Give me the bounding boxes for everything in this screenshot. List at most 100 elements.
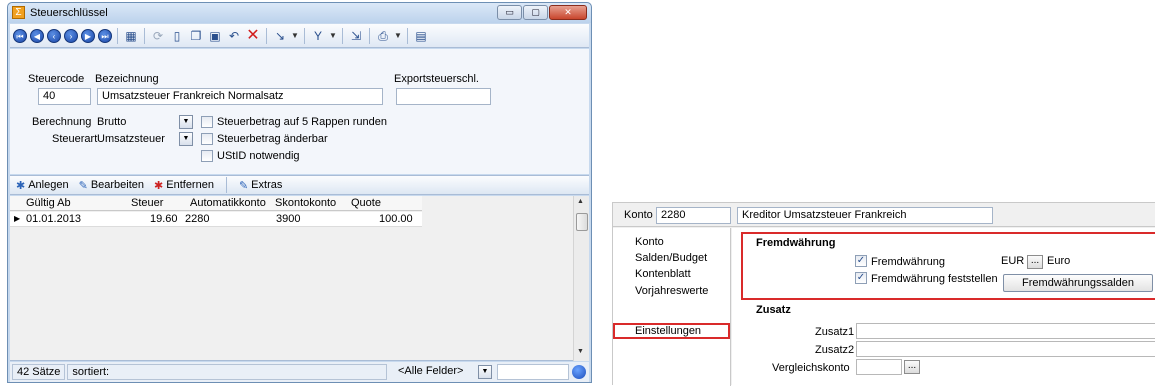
extras-icon: ✎: [238, 179, 249, 192]
main-toolbar: ⏮ ◀ ‹ › ▶ ⏭ ▦ ⟳ ▯ ❐ ▣ ↶ ✕ ↘ ▼ Y ▼ ⇲ ⎙ ▼ …: [10, 24, 589, 48]
aenderbar-checkbox[interactable]: [201, 133, 213, 145]
feststellen-checkbox[interactable]: ✓: [855, 272, 867, 284]
next-page-icon[interactable]: ▶: [81, 28, 95, 43]
table-view-icon[interactable]: ▦: [123, 28, 139, 44]
scroll-down-icon[interactable]: ▼: [577, 348, 584, 355]
prev-record-icon[interactable]: ‹: [47, 28, 61, 43]
rappen-label: Steuerbetrag auf 5 Rappen runden: [217, 116, 388, 128]
toolbar-separator: [304, 27, 305, 44]
nav-einstellungen[interactable]: Einstellungen: [635, 325, 701, 337]
layout-icon[interactable]: ▤: [413, 28, 429, 44]
header-skontokonto[interactable]: Skontokonto: [275, 197, 336, 209]
zusatz1-label: Zusatz1: [815, 326, 855, 338]
sort-dropdown-icon[interactable]: ▼: [291, 31, 299, 40]
vergleichskonto-field[interactable]: [856, 359, 902, 375]
filter-icon[interactable]: Y: [310, 28, 326, 44]
steuerart-select[interactable]: Umsatzsteuer: [97, 133, 165, 145]
edit-icon: ✎: [78, 179, 88, 192]
konto-label: Konto: [624, 209, 653, 221]
berechnung-label: Berechnung: [32, 116, 92, 128]
last-record-icon[interactable]: ⏭: [98, 28, 112, 43]
nav-salden-budget[interactable]: Salden/Budget: [635, 252, 707, 264]
record-toolbar: ✱ Anlegen ✎ Bearbeiten ✱ Entfernen ✎ Ext…: [10, 175, 589, 195]
berechnung-select[interactable]: Brutto: [97, 116, 126, 128]
scroll-up-icon[interactable]: ▲: [577, 198, 584, 205]
feststellen-label: Fremdwährung feststellen: [871, 273, 998, 285]
title-bar[interactable]: Σ Steuerschlüssel ▭ ▢ ✕: [8, 3, 591, 23]
extras-label: Extras: [251, 179, 283, 191]
maximize-button[interactable]: ▢: [523, 5, 548, 20]
sort-icon[interactable]: ↘: [272, 28, 288, 44]
filter-field-dropdown-icon[interactable]: ▼: [478, 365, 492, 379]
cell-skontokonto: 3900: [276, 213, 301, 225]
undo-icon[interactable]: ↶: [226, 28, 242, 44]
grid-header: Gültig Ab Steuer Automatikkonto Skontoko…: [10, 196, 422, 211]
bezeichnung-label: Bezeichnung: [95, 73, 159, 85]
toolbar-separator: [266, 27, 267, 44]
currency-picker-button[interactable]: ...: [1027, 255, 1043, 269]
minimize-button[interactable]: ▭: [497, 5, 522, 20]
remove-icon: ✱: [154, 179, 164, 192]
save-icon[interactable]: ▣: [207, 28, 223, 44]
rappen-checkbox[interactable]: [201, 116, 213, 128]
konto-field[interactable]: 2280: [656, 207, 731, 224]
close-button[interactable]: ✕: [549, 5, 587, 20]
data-grid: Gültig Ab Steuer Automatikkonto Skontoko…: [10, 196, 589, 361]
window-controls: ▭ ▢ ✕: [497, 5, 587, 20]
bezeichnung-field[interactable]: Umsatzsteuer Frankreich Normalsatz: [97, 88, 383, 105]
steuercode-field[interactable]: 40: [38, 88, 91, 105]
filter-dropdown-icon[interactable]: ▼: [329, 31, 337, 40]
ustid-checkbox[interactable]: [201, 150, 213, 162]
nav-vorjahreswerte[interactable]: Vorjahreswerte: [635, 285, 708, 297]
new-document-icon[interactable]: ▯: [169, 28, 185, 44]
fremdwaehrung-checkbox[interactable]: ✓: [855, 255, 867, 267]
nav-kontenblatt[interactable]: Kontenblatt: [635, 268, 691, 280]
vergleichskonto-picker-button[interactable]: ...: [904, 360, 920, 374]
currency-name: Euro: [1047, 255, 1071, 267]
anlegen-label: Anlegen: [28, 179, 69, 191]
app-sigma-icon: Σ: [12, 6, 25, 19]
konto-name-field: Kreditor Umsatzsteuer Frankreich: [737, 207, 993, 224]
bearbeiten-label: Bearbeiten: [90, 179, 145, 191]
steuerart-dropdown-icon[interactable]: ▼: [179, 132, 193, 146]
refresh-icon[interactable]: ⟳: [150, 28, 166, 44]
nav-konto[interactable]: Konto: [635, 236, 664, 248]
header-steuer[interactable]: Steuer: [131, 197, 163, 209]
record-count: 42 Sätze: [12, 364, 66, 380]
print-dropdown-icon[interactable]: ▼: [394, 31, 402, 40]
export-field[interactable]: [396, 88, 491, 105]
search-globe-icon[interactable]: [572, 365, 586, 379]
anlegen-button[interactable]: ✱ Anlegen: [16, 179, 69, 192]
entfernen-label: Entfernen: [166, 179, 214, 191]
header-gueltig-ab[interactable]: Gültig Ab: [26, 197, 71, 209]
next-record-icon[interactable]: ›: [64, 28, 78, 43]
zusatz2-field[interactable]: [856, 341, 1155, 357]
print-icon[interactable]: ⎙: [375, 28, 391, 44]
zusatz1-field[interactable]: [856, 323, 1155, 339]
filter-field-select[interactable]: <Alle Felder>: [398, 365, 463, 377]
export-icon[interactable]: ⇲: [348, 28, 364, 44]
scroll-thumb[interactable]: [576, 213, 588, 231]
copy-icon[interactable]: ❐: [188, 28, 204, 44]
entfernen-button[interactable]: ✱ Entfernen: [154, 179, 214, 192]
aenderbar-label: Steuerbetrag änderbar: [217, 133, 328, 145]
header-automatikkonto[interactable]: Automatikkonto: [190, 197, 266, 209]
bearbeiten-button[interactable]: ✎ Bearbeiten: [79, 179, 144, 192]
berechnung-dropdown-icon[interactable]: ▼: [179, 115, 193, 129]
search-input[interactable]: [497, 364, 569, 380]
delete-icon[interactable]: ✕: [245, 27, 261, 44]
new-star-icon: ✱: [16, 179, 26, 192]
fremdwaehrungssalden-button[interactable]: Fremdwährungssalden: [1003, 274, 1153, 292]
detail-form: Steuercode 40 Bezeichnung Umsatzsteuer F…: [10, 49, 589, 174]
toolbar-separator: [407, 27, 408, 44]
extras-button[interactable]: ✎ Extras: [239, 179, 282, 192]
first-record-icon[interactable]: ⏮: [13, 28, 27, 43]
grid-scrollbar[interactable]: ▲ ▼: [573, 196, 589, 361]
cell-quote: 100.00: [379, 213, 413, 225]
status-bar: 42 Sätze sortiert: <Alle Felder> ▼: [10, 362, 589, 382]
table-row[interactable]: ▶ 01.01.2013 19.60 2280 3900 100.00: [10, 212, 422, 227]
header-quote[interactable]: Quote: [351, 197, 381, 209]
prev-page-icon[interactable]: ◀: [30, 28, 44, 43]
konto-window: Konto 2280 Kreditor Umsatzsteuer Frankre…: [612, 202, 1155, 386]
steuercode-label: Steuercode: [28, 73, 85, 85]
